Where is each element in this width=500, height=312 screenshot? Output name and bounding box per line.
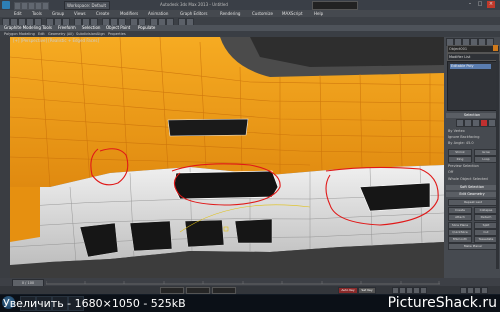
preview-selection-label: Preview Selection [448,164,479,168]
menu-item[interactable]: Create [96,11,109,16]
menu-item[interactable]: Animation [148,11,168,16]
slice-plane-button[interactable]: Slice Plane [448,222,472,229]
goto-end-icon[interactable] [420,287,427,294]
cut-button[interactable]: Cut [474,229,498,236]
y-coord-field[interactable] [186,287,210,294]
tessellate-button[interactable]: Tessellate [474,236,498,243]
by-angle-checkbox[interactable]: By Angle: 45.0 [448,141,474,145]
prev-frame-icon[interactable] [399,287,406,294]
undo-icon[interactable] [35,2,42,10]
goto-start-icon[interactable] [392,287,399,294]
car-mesh-render [10,37,444,278]
open-icon[interactable] [21,2,28,10]
shrink-button[interactable]: Shrink [448,149,472,156]
panel-scrollbar[interactable] [496,59,499,269]
pan-icon[interactable] [467,287,474,294]
element-mode-icon[interactable] [488,119,496,127]
command-panel: Object001 Modifier List Editable Poly Se… [444,37,500,278]
menu-item[interactable]: Customize [252,11,273,16]
whole-object-selected-text: Whole Object Selected [448,177,488,181]
menu-bar: Edit Tools Group Views Create Modifiers … [0,10,500,17]
maximize-viewport-icon[interactable] [481,287,488,294]
edit-geometry-rollout[interactable]: Edit Geometry [446,192,498,197]
menu-item[interactable]: MAXScript [282,11,303,16]
watermark-size-text[interactable]: Увеличить - 1680×1050 - 525kB [3,295,186,312]
zoom-icon[interactable] [460,287,467,294]
ribbon-align[interactable]: Align [96,32,105,36]
viewport-label[interactable]: [+] [Perspective] [Realistic + Edged Fac… [13,38,99,43]
workspace-dropdown[interactable]: Workspace: Default [64,1,110,10]
left-toolbar-strip [0,37,10,278]
tab-populate[interactable]: Populate [138,25,155,30]
new-icon[interactable] [14,2,21,10]
ribbon-edit[interactable]: Edit [38,32,45,36]
search-input[interactable] [312,1,358,10]
perspective-viewport[interactable]: [+] [Perspective] [Realistic + Edged Fac… [10,37,444,278]
collapse-button[interactable]: Collapse [474,207,498,214]
watermark-site-text[interactable]: PictureShack.ru [388,295,497,312]
menu-item[interactable]: Modifiers [120,11,138,16]
title-bar: Workspace: Default Autodesk 3ds Max 2013… [0,0,500,10]
close-button[interactable]: × [487,1,495,8]
split-button[interactable]: Split [474,222,498,229]
modifier-list-dropdown[interactable]: Modifier List [447,53,500,61]
ribbon-properties[interactable]: Properties [108,32,126,36]
modifier-stack[interactable]: Editable Poly [447,61,499,111]
set-key-button[interactable]: Set Key [358,287,376,294]
command-panel-tabs [446,38,498,46]
repeat-last-button[interactable]: Repeat Last [448,199,498,206]
ribbon-polygon-modeling[interactable]: Polygon Modeling [4,32,35,36]
ignore-backfacing-checkbox[interactable]: Ignore Backfacing [448,135,479,139]
create-button[interactable]: Create [448,207,472,214]
by-vertex-checkbox[interactable]: By Vertex [448,129,465,133]
app-logo-icon[interactable] [2,1,10,9]
menu-item[interactable]: Help [314,11,323,16]
quickslice-button[interactable]: QuickSlice [448,229,472,236]
tab-freeform[interactable]: Freeform [58,25,76,30]
stack-item-editable-poly[interactable]: Editable Poly [450,64,491,69]
msmooth-button[interactable]: MSmooth [448,236,472,243]
x-coord-field[interactable] [160,287,184,294]
status-bar: Auto Key Set Key [0,286,500,294]
object-color-swatch[interactable] [493,45,498,51]
detach-button[interactable]: Detach [474,214,498,221]
ribbon-geometry[interactable]: Geometry (All) [48,32,74,36]
next-frame-icon[interactable] [413,287,420,294]
minimize-button[interactable]: – [466,1,474,8]
image-host-watermark: Увеличить - 1680×1050 - 525kB PictureSha… [0,295,500,312]
window-title: Autodesk 3ds Max 2013 - Untitled [160,2,228,7]
play-icon[interactable] [406,287,413,294]
menu-item[interactable]: Group [52,11,64,16]
menu-item[interactable]: Rendering [220,11,240,16]
menu-item[interactable]: Graph Editors [180,11,207,16]
tab-selection[interactable]: Selection [82,25,100,30]
preview-off-radio[interactable]: Off [448,170,453,174]
timeline-ticks[interactable] [46,279,440,285]
menu-item[interactable]: Views [74,11,86,16]
maximize-button[interactable]: □ [476,1,484,8]
polygon-mode-icon[interactable] [480,119,488,127]
loop-button[interactable]: Loop [474,156,498,163]
border-mode-icon[interactable] [472,119,480,127]
tab-object-paint[interactable]: Object Paint [106,25,130,30]
menu-item[interactable]: Edit [14,11,22,16]
grow-button[interactable]: Grow [474,149,498,156]
auto-key-button[interactable]: Auto Key [338,287,358,294]
selection-rollout[interactable]: Selection [446,113,498,118]
redo-icon[interactable] [42,2,49,10]
vertex-mode-icon[interactable] [456,119,464,127]
save-icon[interactable] [28,2,35,10]
make-planar-button[interactable]: Make Planar [448,243,498,250]
ring-button[interactable]: Ring [448,156,472,163]
z-coord-field[interactable] [212,287,236,294]
menu-item[interactable]: Tools [32,11,42,16]
ribbon-subdivision[interactable]: Subdivision [76,32,96,36]
soft-selection-rollout[interactable]: Soft Selection [446,185,498,190]
main-toolbar [0,17,500,26]
edge-mode-icon[interactable] [464,119,472,127]
time-bar: 0 / 100 [0,278,500,287]
orbit-icon[interactable] [474,287,481,294]
attach-button[interactable]: Attach [448,214,472,221]
tab-graphite[interactable]: Graphite Modeling Tools [4,25,52,30]
